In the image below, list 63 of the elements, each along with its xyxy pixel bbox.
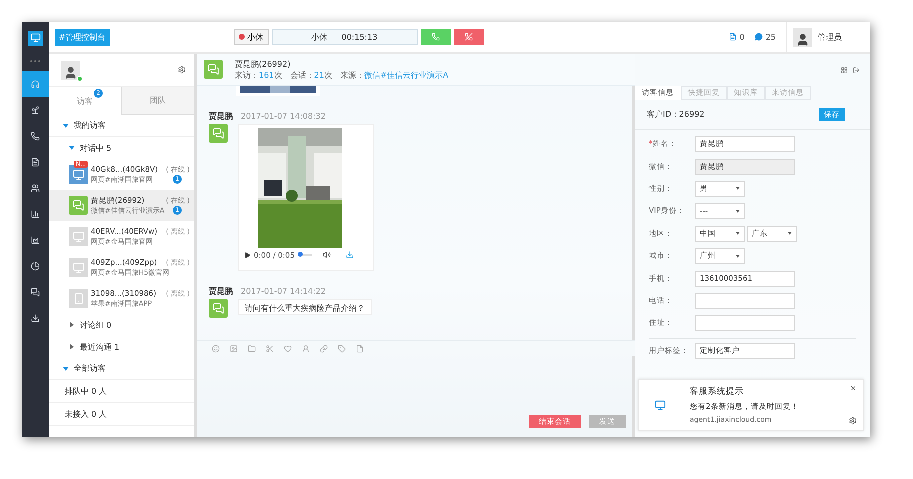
subgroup-header[interactable]: 最近沟通 1 xyxy=(49,336,194,358)
image-icon[interactable] xyxy=(230,344,238,352)
monitor-icon xyxy=(69,227,88,246)
caret-icon[interactable] xyxy=(63,122,69,128)
status-button[interactable]: 小休 xyxy=(234,29,269,45)
tag-icon[interactable] xyxy=(338,344,346,352)
user-icon[interactable] xyxy=(302,344,310,352)
customer-id: 客户ID : 26992 xyxy=(647,109,705,120)
monitor-logo-icon[interactable] xyxy=(28,30,43,46)
hang-up-button[interactable] xyxy=(454,29,484,45)
message-time: 2017-01-07 14:14:22 xyxy=(241,286,326,296)
caret-icon[interactable] xyxy=(69,344,75,350)
phone-device-icon xyxy=(69,289,88,308)
phone-icon xyxy=(432,33,440,41)
document-counter[interactable]: 0 xyxy=(728,32,745,42)
caret-icon[interactable] xyxy=(69,145,75,151)
group-header[interactable]: 我的访客 xyxy=(49,115,194,137)
grid-icon[interactable] xyxy=(841,66,848,74)
subgroup-header[interactable]: 对话中 5 xyxy=(49,137,194,159)
play-icon[interactable] xyxy=(244,252,251,258)
sender-name: 贾昆鹏 xyxy=(209,110,233,122)
file-icon[interactable] xyxy=(356,344,364,352)
caret-icon[interactable] xyxy=(63,366,69,372)
monitor-icon xyxy=(69,258,88,277)
emoji-icon[interactable] xyxy=(212,344,220,352)
subgroup-header[interactable]: 讨论组 0 xyxy=(49,314,194,336)
heart-icon[interactable] xyxy=(284,344,292,352)
exit-icon[interactable] xyxy=(853,66,860,74)
caret-icon xyxy=(736,187,740,190)
settings-icon[interactable] xyxy=(849,417,857,425)
queue-count: 排队中 0 人 xyxy=(49,380,194,403)
caret-icon xyxy=(736,232,740,236)
notification-title: 客服系统提示 xyxy=(690,386,745,398)
more-icon[interactable] xyxy=(30,60,41,63)
caret-icon xyxy=(788,232,792,236)
user-menu[interactable]: 管理员 xyxy=(786,22,870,52)
queue-count: 未接入 0 人 xyxy=(49,403,194,426)
group-header[interactable]: 全部访客 xyxy=(49,358,194,380)
user-avatar-icon xyxy=(796,32,810,46)
settings-icon[interactable] xyxy=(178,66,186,74)
visitor-name: 贾昆鹏(26992) xyxy=(235,58,292,70)
folder-icon[interactable] xyxy=(248,344,256,352)
message-time: 2017-01-07 14:08:32 xyxy=(241,112,326,120)
call-status-bar: 小休 00:15:13 xyxy=(272,29,418,45)
message-bubble: 请问有什么重大疾病险产品介绍？ xyxy=(238,299,372,315)
caret-icon xyxy=(736,210,740,213)
input-field[interactable] xyxy=(695,315,795,332)
caret-icon xyxy=(736,254,740,258)
visitor-stat: 会话：21次 xyxy=(290,70,332,80)
sender-name: 贾昆鹏 xyxy=(209,286,233,296)
visitor-stat: 来源：微信#佳信云行业演示A xyxy=(340,70,449,80)
scissors-icon[interactable] xyxy=(266,344,274,352)
caret-icon[interactable] xyxy=(69,322,75,328)
hang-up-icon xyxy=(464,33,473,41)
link-icon[interactable] xyxy=(320,344,328,352)
volume-icon[interactable] xyxy=(322,251,331,259)
visitor-stat: 来访：161次 xyxy=(235,70,282,80)
message-counter[interactable]: 25 xyxy=(754,32,776,42)
close-icon[interactable] xyxy=(850,385,857,392)
input-field[interactable] xyxy=(695,292,795,309)
agent-avatar[interactable] xyxy=(61,60,80,80)
download-icon[interactable] xyxy=(346,251,354,259)
monitor-icon xyxy=(655,400,666,410)
